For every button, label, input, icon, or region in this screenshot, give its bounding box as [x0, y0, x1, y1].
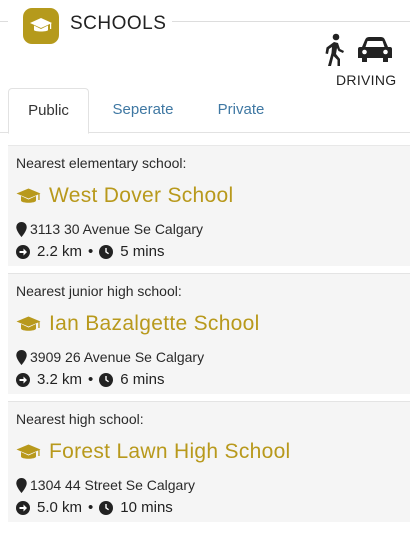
header-divider-right	[172, 21, 410, 22]
clock-icon	[99, 500, 114, 515]
travel-info: 3.2 km • 6 mins	[16, 371, 164, 388]
header-divider-left	[0, 21, 8, 22]
school-card-junior-high: Nearest junior high school: Ian Bazalget…	[8, 273, 410, 394]
tab-public[interactable]: Public	[8, 88, 89, 134]
school-name: Forest Lawn High School	[49, 440, 291, 463]
school-name-link[interactable]: Ian Bazalgette School	[16, 312, 260, 336]
school-address: 1304 44 Street Se Calgary	[16, 477, 195, 493]
school-level-label: Nearest high school:	[16, 411, 144, 427]
school-level-label: Nearest elementary school:	[16, 155, 187, 171]
separator: •	[88, 371, 94, 388]
map-marker-icon	[16, 221, 27, 237]
arrow-circle-right-icon	[16, 244, 30, 259]
address-text: 3113 30 Avenue Se Calgary	[30, 221, 204, 237]
school-name: Ian Bazalgette School	[49, 312, 260, 335]
map-marker-icon	[16, 349, 27, 365]
time-text: 6 mins	[120, 371, 165, 388]
arrow-circle-right-icon	[16, 372, 30, 387]
school-card-high: Nearest high school: Forest Lawn High Sc…	[8, 401, 410, 522]
section-title: SCHOOLS	[70, 13, 167, 34]
time-text: 5 mins	[120, 243, 165, 260]
travel-info: 2.2 km • 5 mins	[16, 243, 164, 260]
school-level-label: Nearest junior high school:	[16, 283, 182, 299]
distance-text: 5.0 km	[37, 499, 83, 516]
tab-private[interactable]: Private	[210, 88, 272, 132]
travel-info: 5.0 km • 10 mins	[16, 499, 173, 516]
separator: •	[88, 243, 94, 260]
school-name-link[interactable]: Forest Lawn High School	[16, 440, 291, 464]
walking-icon[interactable]	[321, 33, 347, 67]
graduation-cap-icon	[23, 8, 59, 44]
school-name-link[interactable]: West Dover School	[16, 184, 233, 208]
school-address: 3909 26 Avenue Se Calgary	[16, 349, 204, 365]
graduation-cap-icon	[16, 188, 41, 203]
school-address: 3113 30 Avenue Se Calgary	[16, 221, 203, 237]
address-text: 3909 26 Avenue Se Calgary	[30, 349, 205, 365]
time-text: 10 mins	[120, 499, 173, 516]
address-text: 1304 44 Street Se Calgary	[30, 477, 195, 493]
travel-mode-label: DRIVING	[336, 72, 397, 88]
tab-seperate[interactable]: Seperate	[103, 88, 183, 132]
clock-icon	[99, 372, 114, 387]
graduation-cap-icon	[16, 444, 41, 459]
distance-text: 2.2 km	[37, 243, 83, 260]
school-name: West Dover School	[49, 184, 234, 207]
school-type-tabs: Public Seperate Private	[0, 88, 410, 134]
separator: •	[88, 499, 94, 516]
graduation-cap-icon	[16, 316, 41, 331]
distance-text: 3.2 km	[37, 371, 83, 388]
clock-icon	[99, 244, 114, 259]
car-icon[interactable]	[357, 36, 393, 64]
map-marker-icon	[16, 477, 27, 493]
school-card-elementary: Nearest elementary school: West Dover Sc…	[8, 145, 410, 266]
arrow-circle-right-icon	[16, 500, 30, 515]
